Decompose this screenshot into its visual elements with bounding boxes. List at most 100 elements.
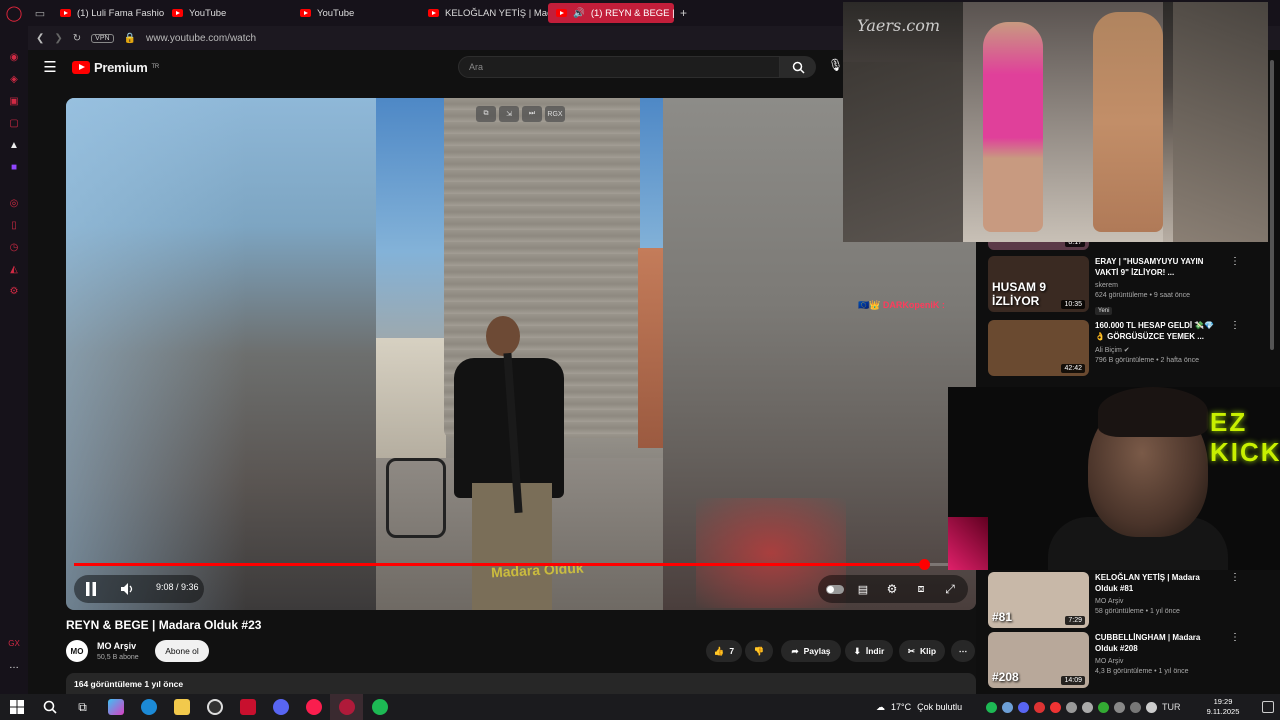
copilot-button[interactable] [99, 694, 132, 720]
display-tray-icon[interactable] [1114, 701, 1125, 713]
more-options-icon[interactable]: ⋮ [1227, 320, 1243, 376]
page-scrollbar[interactable] [1270, 60, 1274, 350]
more-options-icon[interactable]: ⋮ [1227, 256, 1243, 317]
notifications-icon[interactable] [1262, 701, 1274, 713]
recommendation-item[interactable]: HUSAM 9 İZLİYOR 10:35 ERAY | "HUSAMYUYU YA… [976, 256, 1271, 317]
pause-button[interactable] [78, 572, 104, 606]
weather-widget[interactable]: ☁ 17°C Çok bulutlu [876, 694, 962, 720]
recommendation-thumbnail[interactable]: #81 7:29 [988, 572, 1089, 628]
recommendation-channel[interactable]: Ali Biçim ✔ [1095, 346, 1223, 354]
recommendation-thumbnail[interactable]: #208 14:09 [988, 632, 1089, 688]
aria-icon[interactable]: ◉ [7, 50, 21, 64]
recommendation-thumbnail[interactable]: HUSAM 9 İZLİYOR 10:35 [988, 256, 1089, 312]
app-tray-icon[interactable] [1034, 701, 1045, 713]
opera-button[interactable] [297, 694, 330, 720]
recommendation-channel[interactable]: MO Arşiv [1095, 658, 1223, 665]
wifi-tray-icon[interactable] [1130, 701, 1141, 713]
recommendation-item[interactable]: #208 14:09 CUBBELLİNGHAM | Madara Olduk #2… [976, 632, 1271, 688]
network-tray-icon[interactable] [1066, 701, 1077, 713]
more-options-icon[interactable]: ⋮ [1227, 632, 1243, 688]
exit-pip-icon[interactable]: ⇲ [499, 106, 519, 122]
description-box[interactable]: 164 görüntüleme 1 yıl önce [66, 673, 976, 694]
channel-name[interactable]: MO Arşiv [97, 641, 136, 651]
recommendation-title[interactable]: 160.000 TL HESAP GELDİ 💸💎 👌 GÖRGÜSÜZCE Y… [1095, 320, 1223, 342]
share-button[interactable]: ➦ Paylaş [781, 640, 841, 662]
search-input[interactable]: Ara [458, 56, 780, 78]
app-red-button[interactable] [231, 694, 264, 720]
history-icon[interactable]: ◷ [7, 240, 21, 254]
spotify-tray-icon[interactable] [986, 701, 997, 713]
search-button[interactable] [780, 56, 816, 78]
obs-button[interactable] [198, 694, 231, 720]
ai-icon[interactable]: ▲ [7, 138, 21, 152]
progress-bar[interactable] [74, 559, 968, 570]
volume-button[interactable] [114, 572, 140, 606]
recommendation-channel[interactable]: skerem [1095, 282, 1223, 289]
bookmarks-icon[interactable]: ▯ [7, 218, 21, 232]
edge-button[interactable] [132, 694, 165, 720]
like-button[interactable]: 👍 7 [706, 640, 742, 662]
tab-keloglan[interactable]: KELOĞLAN YETİŞ | Mada [420, 3, 548, 23]
video-player[interactable]: Madara Olduk ⧉ ⇲ ⏭ RGX 9:08 / 9:36 ▤ ⚙ ⧈… [66, 98, 976, 610]
gx-icon[interactable]: GX [7, 636, 21, 650]
autoplay-toggle[interactable] [824, 572, 846, 606]
recommendation-item[interactable]: 42:42 160.000 TL HESAP GELDİ 💸💎 👌 GÖRGÜSÜ… [976, 320, 1271, 376]
subscribe-button[interactable]: Abone ol [155, 640, 209, 662]
language-indicator[interactable]: TUR [1162, 702, 1181, 712]
clip-button[interactable]: ✂ Klip [899, 640, 945, 662]
recommendation-channel[interactable]: MO Arşiv [1095, 598, 1223, 605]
tab-luli-fama[interactable]: (1) Luli Fama Fashion Sho [52, 3, 164, 23]
rgx-icon[interactable]: RGX [545, 106, 565, 122]
url-field[interactable]: www.youtube.com/watch [146, 33, 256, 44]
subtitles-button[interactable]: ▤ [852, 572, 874, 606]
recommendation-item[interactable]: #81 7:29 KELOĞLAN YETİŞ | Madara Olduk #81… [976, 572, 1271, 628]
recommendation-title[interactable]: ERAY | "HUSAMYUYU YAYIN VAKTİ 9" İZLİYOR… [1095, 256, 1223, 278]
opera-gx-button[interactable] [330, 694, 363, 720]
opera-logo-icon[interactable]: ◯ [0, 0, 28, 26]
recommendation-thumbnail[interactable]: 42:42 [988, 320, 1089, 376]
dislike-button[interactable]: 👎 [745, 640, 773, 662]
fullscreen-button[interactable]: ⤢ [939, 572, 961, 606]
search-button[interactable] [33, 694, 66, 720]
player-icon[interactable]: ◎ [7, 196, 21, 210]
extensions-icon[interactable]: ◭ [7, 262, 21, 276]
hamburger-menu-icon[interactable]: ☰ [28, 58, 72, 76]
download-button[interactable]: ⬇ İndir [845, 640, 893, 662]
start-button[interactable] [0, 694, 33, 720]
messenger-icon[interactable]: ▣ [7, 94, 21, 108]
vpn-badge[interactable]: VPN [91, 33, 114, 43]
opera-tray-icon[interactable] [1050, 701, 1061, 713]
more-icon[interactable]: … [7, 658, 21, 672]
settings-button[interactable]: ⚙ [881, 572, 903, 606]
file-explorer-button[interactable] [165, 694, 198, 720]
discord-button[interactable] [264, 694, 297, 720]
tab-reyn-bege-active[interactable]: 🔊 (1) REYN & BEGE | Ma [548, 3, 674, 23]
recommendation-title[interactable]: CUBBELLİNGHAM | Madara Olduk #208 [1095, 632, 1223, 654]
tab-youtube-1[interactable]: YouTube [164, 3, 292, 23]
settings-icon[interactable]: ⚙ [7, 284, 21, 298]
back-icon[interactable]: ❮ [36, 33, 44, 44]
instagram-icon[interactable]: ▢ [7, 116, 21, 130]
more-actions-button[interactable]: ⋯ [951, 640, 975, 662]
clock[interactable]: 19:29 9.11.2025 [1200, 697, 1246, 717]
miniplayer-button[interactable]: ⧈ [910, 572, 932, 606]
microphone-icon[interactable]: 🎙 [828, 58, 843, 72]
task-view-button[interactable]: ⧉ [66, 694, 99, 720]
channel-avatar[interactable]: MO [66, 640, 88, 662]
youtube-premium-logo[interactable]: Premium TR [72, 60, 159, 75]
new-tab-button[interactable]: + [674, 6, 693, 20]
tab-youtube-2[interactable]: YouTube [292, 3, 420, 23]
steam-tray-icon[interactable] [1002, 701, 1013, 713]
discord-tray-icon[interactable] [1018, 701, 1029, 713]
mic-tray-icon[interactable] [1082, 701, 1093, 713]
skip-icon[interactable]: ⏭ [522, 106, 542, 122]
twitch-icon[interactable]: ■ [7, 160, 21, 174]
copy-icon[interactable]: ⧉ [476, 106, 496, 122]
workspaces-icon[interactable]: ▭ [28, 7, 52, 20]
more-options-icon[interactable]: ⋮ [1227, 572, 1243, 628]
speaker-tray-icon[interactable] [1146, 701, 1157, 713]
reload-icon[interactable]: ↻ [73, 33, 81, 44]
shopping-icon[interactable]: ◈ [7, 72, 21, 86]
recommendation-title[interactable]: KELOĞLAN YETİŞ | Madara Olduk #81 [1095, 572, 1223, 594]
nvidia-tray-icon[interactable] [1098, 701, 1109, 713]
